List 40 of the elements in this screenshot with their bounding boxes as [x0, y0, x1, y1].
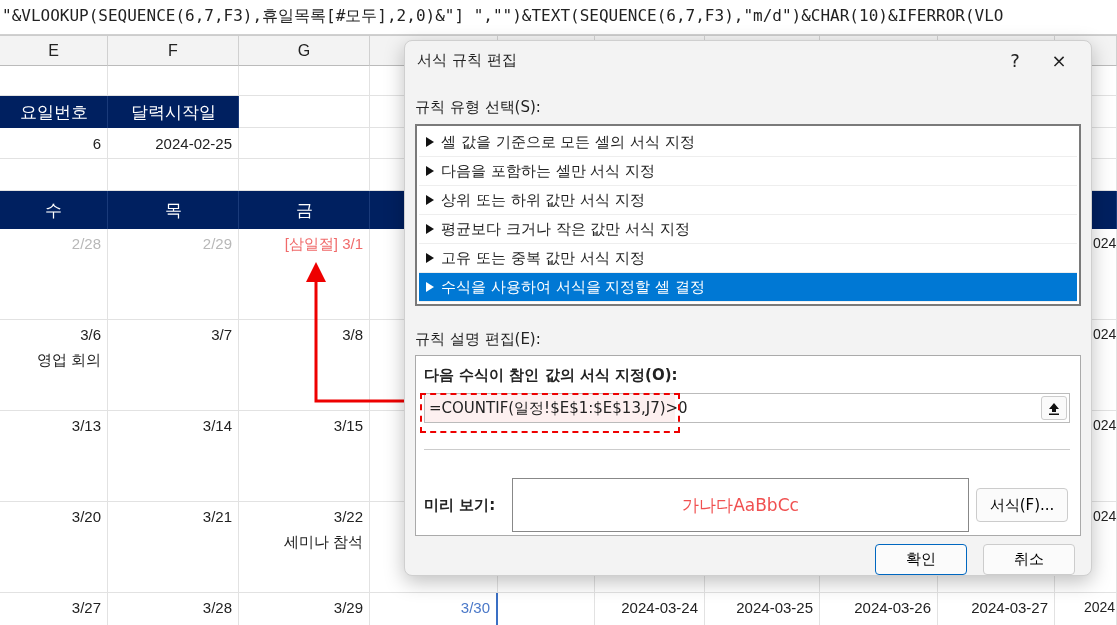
calendar-date: 3/13	[71, 417, 101, 434]
calendar-date: 3/27	[71, 599, 101, 616]
calendar-date: 024	[1093, 508, 1117, 524]
weekday-header: 목	[108, 191, 239, 229]
calendar-event: 영업 회의	[36, 351, 101, 370]
dialog-title: 서식 규칙 편집	[416, 51, 518, 71]
calendar-date: 3/22	[333, 508, 363, 525]
calendar-date: 3/29	[333, 599, 363, 616]
calendar-date: 3/14	[202, 417, 232, 434]
calendar-date: 3/30	[460, 599, 490, 616]
calendar-date: 2024-03-24	[621, 599, 698, 616]
calendar-date: 3/7	[211, 326, 232, 343]
calendar-date: 2024-03-27	[971, 599, 1048, 616]
header-cell: 요일번호	[0, 96, 108, 128]
calendar-date: 024	[1093, 326, 1117, 342]
table-cell: 6	[0, 128, 108, 159]
calendar-date: 3/20	[71, 508, 101, 525]
calendar-date: 024	[1093, 235, 1117, 251]
calendar-date: 3/28	[202, 599, 232, 616]
calendar-date: 3/6	[80, 326, 101, 343]
header-cell: 달력시작일	[108, 96, 239, 128]
section-label: 규칙 유형 선택(S):	[415, 98, 542, 118]
weekday-header: 금	[239, 191, 370, 229]
table-cell: 2024-02-25	[108, 128, 239, 159]
calendar-date: 2024	[1084, 599, 1116, 615]
section-label: 규칙 설명 편집(E):	[415, 330, 542, 350]
formula-label: 다음 수식이 참인 값의 서식 지정(O):	[424, 366, 679, 386]
weekday-header: 수	[0, 191, 108, 229]
preview-label: 미리 보기:	[424, 495, 497, 515]
calendar-date: [삼일절] 3/1	[284, 235, 363, 254]
calendar-date: 024	[1093, 417, 1117, 433]
calendar-date: 2024-03-25	[736, 599, 813, 616]
calendar-date: 3/21	[202, 508, 232, 525]
calendar-date: 3/8	[342, 326, 363, 343]
preview-box: 가나다AaBbCc	[512, 478, 969, 533]
calendar-date: 3/15	[333, 417, 363, 434]
calendar-event: 세미나 참석	[283, 533, 363, 552]
calendar-date: 2/29	[202, 235, 232, 252]
calendar-date: 2024-03-26	[854, 599, 931, 616]
calendar-date: 2/28	[71, 235, 101, 252]
